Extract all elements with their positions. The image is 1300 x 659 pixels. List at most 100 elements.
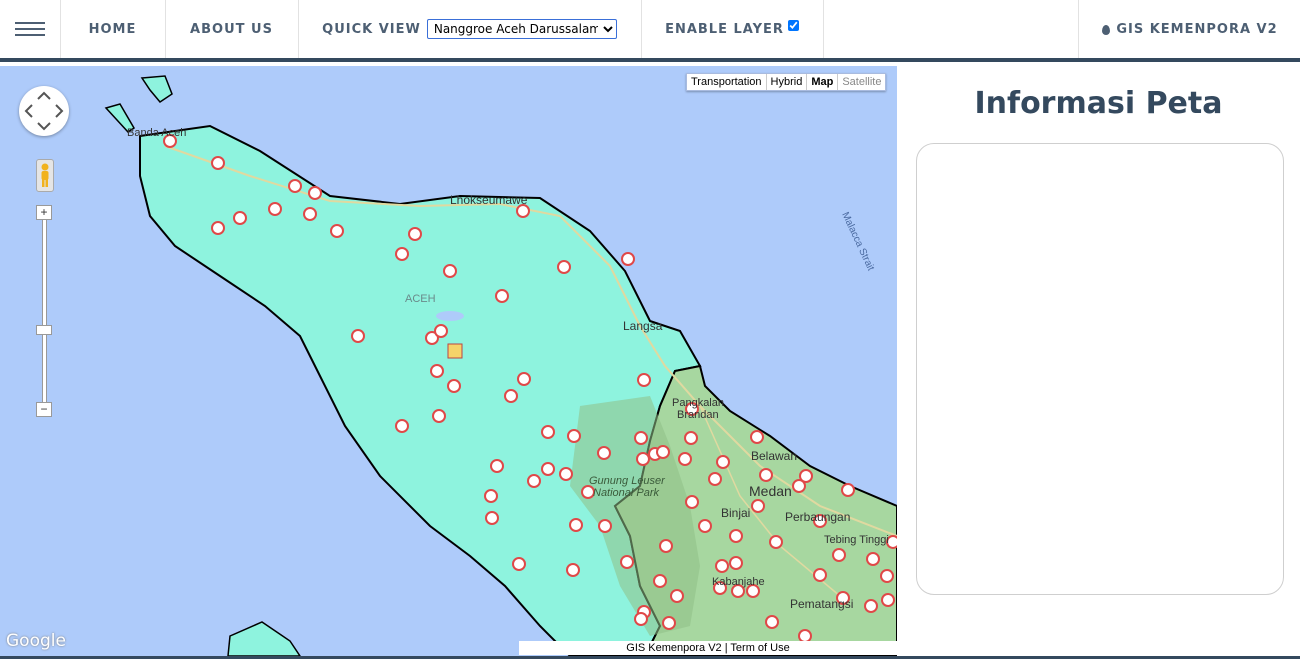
brand-label: GIS KEMENPORA V2 [1116,21,1278,37]
venue-marker [685,495,699,509]
pan-control[interactable] [19,86,69,136]
venue-marker [395,419,409,433]
venue-marker [698,519,712,533]
venue-marker [447,379,461,393]
venue-marker [634,431,648,445]
venue-marker [621,252,635,266]
google-logo: Google [6,631,66,651]
map-label-langsa: Langsa [623,319,663,333]
map-type-satellite[interactable]: Satellite [838,74,885,90]
zoom-in-button[interactable]: + [36,205,52,220]
venue-marker [716,455,730,469]
venue-marker [495,289,509,303]
top-navbar: HOME ABOUT US QUICK VIEW Nanggroe Aceh D… [0,0,1300,62]
venue-marker [395,247,409,261]
map-type-map[interactable]: Map [807,74,839,90]
venue-marker [813,568,827,582]
map-footer: GIS Kemenpora V2 | Term of Use [519,641,897,655]
lake-laut-tawar [436,311,464,321]
venue-marker [765,615,779,629]
zoom-thumb[interactable] [36,325,52,335]
map-label-perbaungan: Perbaungan [785,510,851,524]
zoom-out-button[interactable]: − [36,402,52,417]
venue-marker [636,452,650,466]
nav-about-link[interactable]: ABOUT US [165,0,299,58]
venue-marker [268,202,282,216]
map-canvas[interactable]: Banda Aceh Lhokseumawe ACEH Langsa Pangk… [0,66,897,656]
panel-title: Informasi Peta [974,86,1223,121]
map-label-leuser: Gunung Leuser [589,475,665,487]
venue-marker [517,372,531,386]
venue-marker [598,519,612,533]
venue-marker [430,364,444,378]
venue-marker [684,431,698,445]
venue-marker [434,324,448,338]
map-type-transportation[interactable]: Transportation [687,74,767,90]
map-label-pangkalan: Pangkalan [672,397,724,409]
venue-marker [729,529,743,543]
venue-marker [620,555,634,569]
venue-marker [750,430,764,444]
venue-marker [759,468,773,482]
venue-marker [881,593,895,607]
info-box [916,143,1284,595]
enable-layer-checkbox[interactable] [787,19,799,31]
quick-view-label: QUICK VIEW [322,21,421,37]
venue-marker [485,511,499,525]
map-label-binjai: Binjai [721,506,751,520]
venue-marker [541,425,555,439]
venue-marker [662,616,676,630]
street-view-pegman[interactable] [36,159,54,192]
venue-marker [559,467,573,481]
venue-marker [659,539,673,553]
venue-marker [211,156,225,170]
venue-marker [527,474,541,488]
zoom-track [42,213,47,411]
venue-marker [715,559,729,573]
venue-marker [751,499,765,513]
weh-island [140,75,173,103]
map-graphic [104,75,897,656]
venue-marker [670,589,684,603]
venue-marker [569,518,583,532]
nav-home-link[interactable]: HOME [60,0,166,58]
venue-marker [678,452,692,466]
map-label-medan: Medan [749,483,792,499]
map-label-leuser-park: National Park [593,487,660,499]
venue-marker [557,260,571,274]
island-3 [227,621,301,656]
map-type-selector: Transportation Hybrid Map Satellite [686,73,887,91]
venue-marker [566,563,580,577]
map-label-kabanjahe: Kabanjahe [712,576,765,588]
zoom-slider[interactable]: + − [36,205,52,419]
brand-link[interactable]: GIS KEMENPORA V2 [1078,0,1300,58]
venue-marker [708,472,722,486]
venue-marker [792,479,806,493]
aceh-center-marker [447,343,463,359]
venue-marker [880,569,894,583]
menu-toggle-button[interactable] [0,0,61,58]
venue-marker [484,489,498,503]
map-type-hybrid[interactable]: Hybrid [767,74,808,90]
province-select[interactable]: Nanggroe Aceh Darussalam [426,19,617,39]
venue-marker [490,459,504,473]
drop-icon [1102,25,1111,35]
enable-layer-label: ENABLE LAYER [665,21,784,37]
venue-marker [656,445,670,459]
map-label-lhokseumawe: Lhokseumawe [450,193,528,207]
pan-arrows-icon [24,91,64,131]
venue-marker [211,221,225,235]
venue-marker [512,557,526,571]
venue-marker [541,462,555,476]
venue-marker [443,264,457,278]
quick-view-control: QUICK VIEW Nanggroe Aceh Darussalam [298,0,642,58]
venue-marker [729,556,743,570]
venue-marker [288,179,302,193]
venue-marker [233,211,247,225]
hamburger-icon [15,22,45,36]
enable-layer-control: ENABLE LAYER [641,0,824,58]
map-label-banda-aceh: Banda Aceh [127,127,187,139]
info-panel: Informasi Peta [897,66,1300,656]
venue-marker [330,224,344,238]
venue-marker [504,389,518,403]
